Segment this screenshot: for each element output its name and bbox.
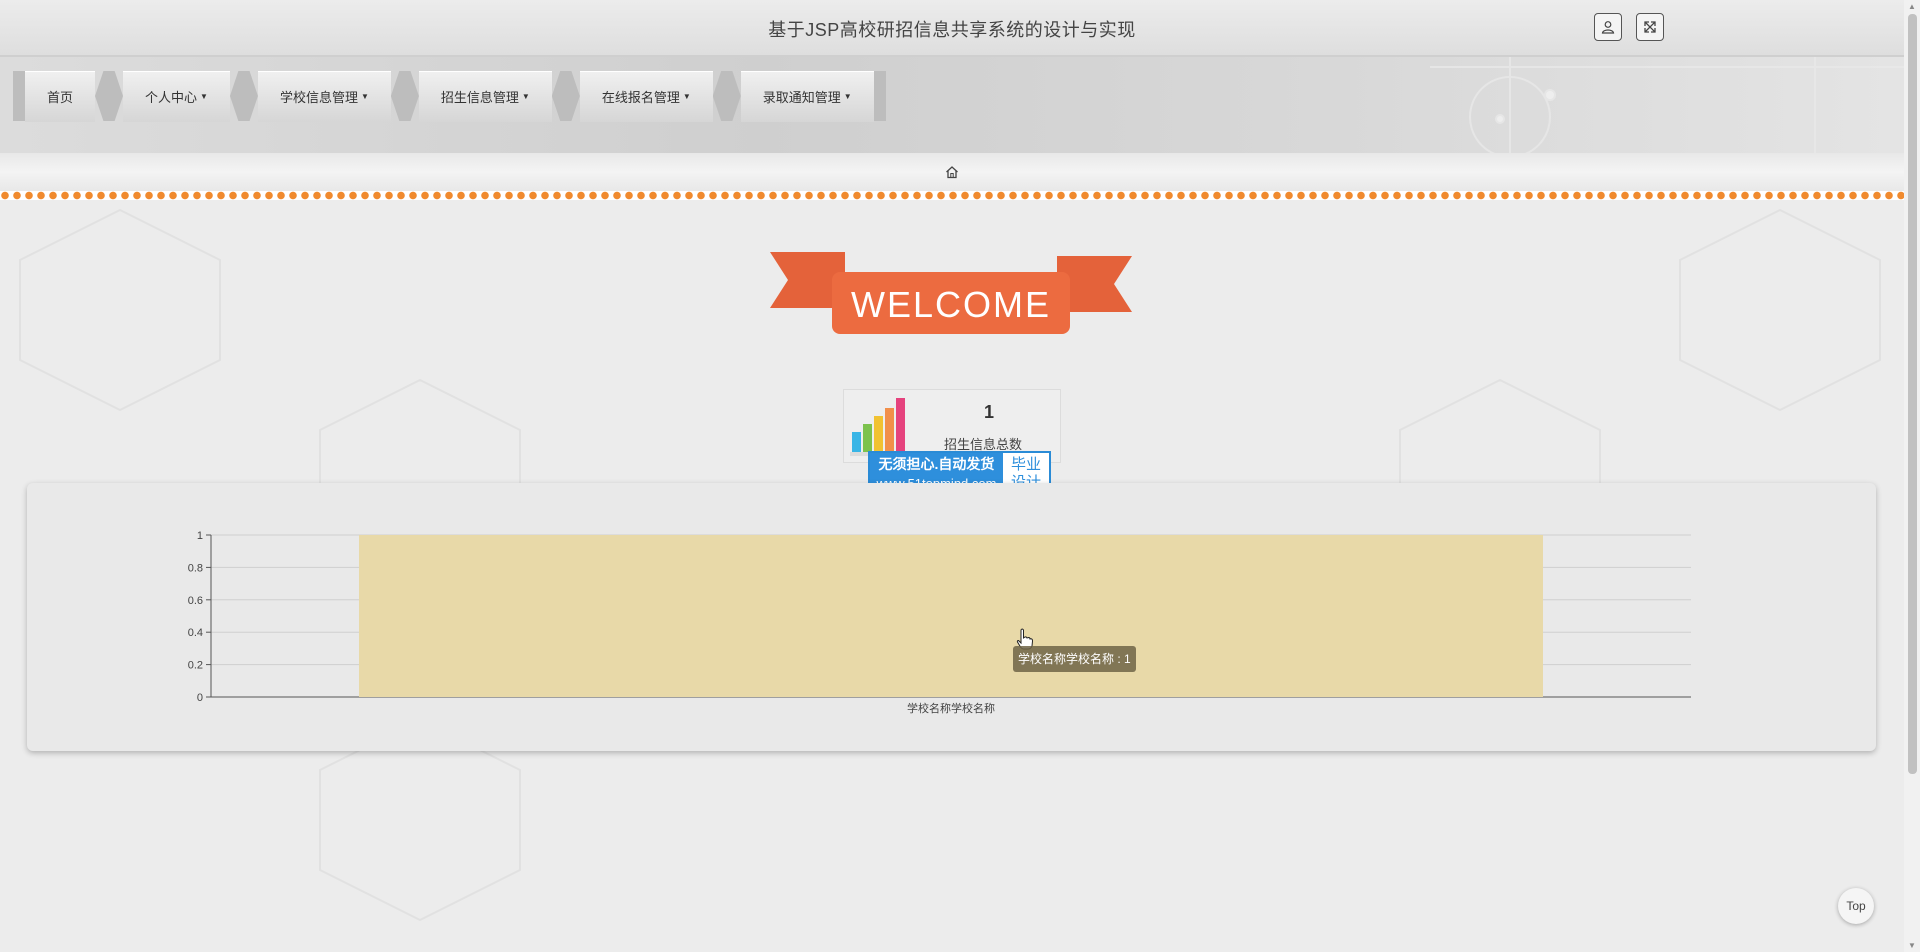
dotted-divider — [0, 191, 1904, 200]
nav-separator — [390, 71, 419, 121]
chart-panel: 0 0.2 0.4 0.6 0.8 1 学校名称学校名称 — [27, 483, 1876, 751]
y-tick-label: 0.6 — [188, 595, 203, 607]
home-icon[interactable] — [945, 165, 959, 179]
caret-down-icon: ▼ — [843, 92, 852, 101]
fullscreen-button[interactable] — [1636, 13, 1664, 41]
y-tick-label: 0.2 — [188, 660, 203, 672]
nav-separator — [95, 71, 124, 121]
nav-edge-left — [13, 71, 25, 121]
main-menu: 首页 个人中心 ▼ 学校信息管理 ▼ 招生信息管理 ▼ 在线报名管理 ▼ 录取通知管理 ▼ — [13, 70, 886, 122]
back-to-top-button[interactable]: Top — [1838, 888, 1874, 924]
bar[interactable] — [359, 535, 1543, 697]
nav-online-registration[interactable]: 在线报名管理 ▼ — [579, 70, 713, 122]
nav-edge-right — [873, 71, 886, 121]
nav-personal-center-label: 个人中心 — [145, 90, 198, 105]
ad-line1: 无须担心.自动发货 — [878, 456, 995, 472]
user-icon — [1601, 21, 1615, 34]
y-tick-label: 0.4 — [188, 627, 203, 639]
ad-right1: 毕业 — [1010, 456, 1041, 473]
nav-school-info-label: 学校信息管理 — [279, 90, 358, 105]
top-bar: 基于JSP高校研招信息共享系统的设计与实现 — [0, 0, 1904, 57]
caret-down-icon: ▼ — [521, 92, 530, 101]
fullscreen-icon — [1644, 21, 1656, 33]
nav-admission-notice[interactable]: 录取通知管理 ▼ — [740, 70, 874, 122]
scrollbar[interactable]: ▲ ▼ — [1904, 0, 1920, 952]
nav-admission-info-label: 招生信息管理 — [440, 90, 519, 105]
user-button[interactable] — [1594, 13, 1622, 41]
nav-separator — [229, 71, 258, 121]
welcome-banner: WELCOME — [770, 252, 1132, 334]
bar-chart-icon — [850, 398, 908, 456]
scroll-up-icon[interactable]: ▲ — [1908, 2, 1916, 11]
nav-admission-notice-label: 录取通知管理 — [762, 90, 841, 105]
nav-personal-center[interactable]: 个人中心 ▼ — [123, 70, 230, 122]
nav-separator — [712, 71, 741, 121]
caret-down-icon: ▼ — [360, 92, 369, 101]
scroll-down-icon[interactable]: ▼ — [1908, 941, 1916, 950]
stat-value: 1 — [984, 402, 995, 422]
nav-bar: 首页 个人中心 ▼ 学校信息管理 ▼ 招生信息管理 ▼ 在线报名管理 ▼ 录取通知管理 ▼ — [0, 57, 1904, 153]
y-tick-label: 1 — [197, 530, 203, 542]
welcome-text: WELCOME — [851, 284, 1051, 325]
nav-online-registration-label: 在线报名管理 — [601, 90, 680, 105]
bar-chart: 0 0.2 0.4 0.6 0.8 1 学校名称学校名称 — [188, 530, 1691, 715]
x-tick-label: 学校名称学校名称 — [907, 701, 995, 715]
header-decoration — [1430, 57, 1904, 153]
scroll-thumb[interactable] — [1908, 14, 1917, 774]
caret-down-icon: ▼ — [200, 92, 208, 101]
nav-separator — [551, 71, 580, 121]
nav-home[interactable]: 首页 — [25, 70, 96, 122]
breadcrumb — [0, 153, 1904, 191]
nav-admission-info[interactable]: 招生信息管理 ▼ — [418, 70, 552, 122]
y-tick-label: 0 — [197, 692, 203, 704]
nav-school-info[interactable]: 学校信息管理 ▼ — [257, 70, 391, 122]
y-tick-label: 0.8 — [188, 562, 203, 574]
caret-down-icon: ▼ — [682, 92, 691, 101]
nav-home-label: 首页 — [47, 90, 74, 105]
chart-tooltip: 学校名称学校名称 : 1 — [1013, 646, 1136, 672]
